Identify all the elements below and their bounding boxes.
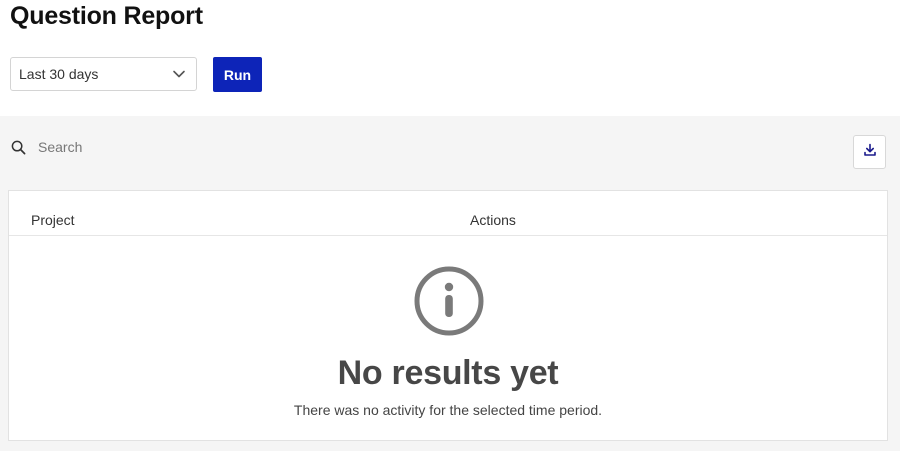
search-bar [10,137,240,157]
download-icon [863,143,877,162]
date-range-value: Last 30 days [19,66,99,82]
search-icon [10,139,26,155]
date-range-select[interactable]: Last 30 days [10,57,197,91]
run-button[interactable]: Run [213,57,262,92]
empty-state-message: There was no activity for the selected t… [293,402,603,418]
column-header-project[interactable]: Project [31,212,75,228]
empty-state: No results yet There was no activity for… [9,236,887,441]
download-button[interactable] [853,135,886,169]
info-icon [414,266,484,336]
search-input[interactable] [36,138,240,156]
column-header-actions: Actions [470,212,516,228]
results-table: Project Actions No results yet There was… [8,190,888,441]
empty-state-title: No results yet [337,354,559,392]
chevron-down-icon [172,67,186,81]
table-header: Project Actions [9,191,887,236]
report-panel: Project Actions No results yet There was… [0,116,900,451]
page-title: Question Report [10,2,203,30]
